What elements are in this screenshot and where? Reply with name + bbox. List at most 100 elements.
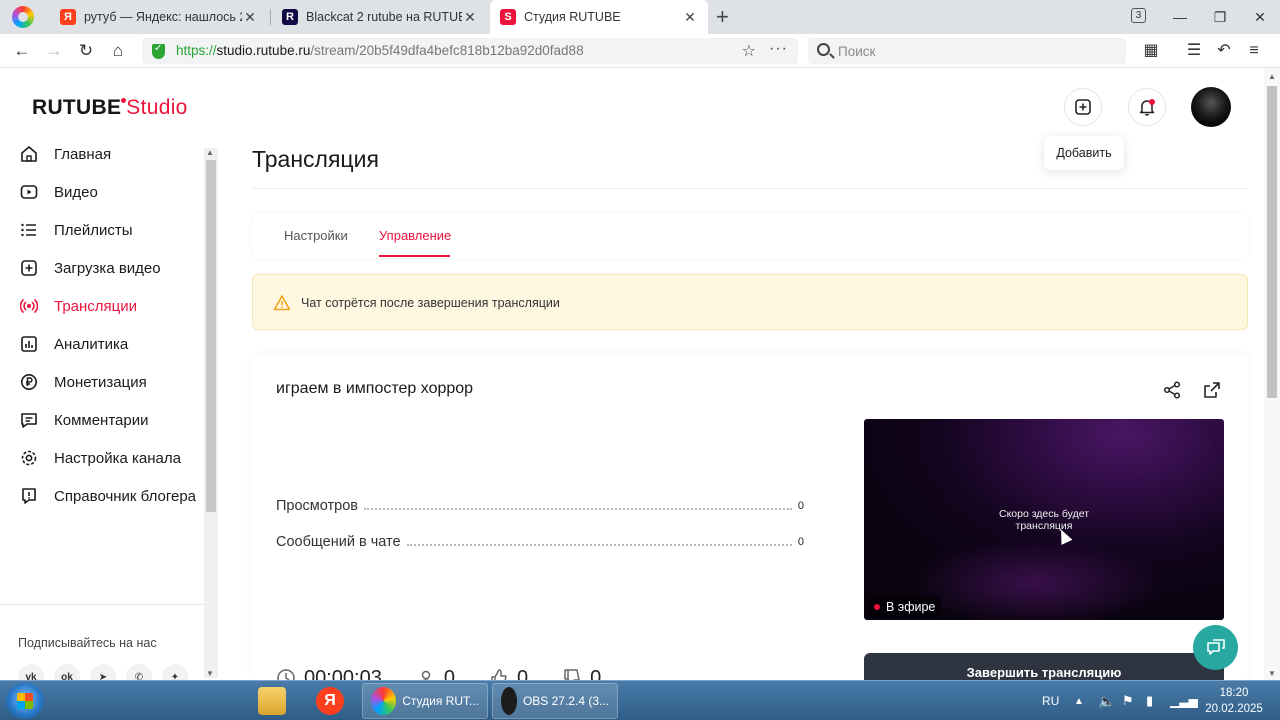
reload-icon[interactable]: ↻: [74, 40, 98, 62]
apps-grid-icon[interactable]: ▦: [1141, 41, 1161, 61]
rutube-favicon-icon: R: [282, 9, 298, 25]
stream-card: играем в импостер хоррор Просмотров 0 Со…: [252, 354, 1248, 693]
tab-title: Blackcat 2 rutube на RUTUBE: [306, 10, 462, 24]
battery-icon[interactable]: ▮: [1146, 681, 1153, 720]
browser-logo-icon[interactable]: [12, 6, 34, 28]
address-bar[interactable]: https://studio.rutube.ru/stream/20b5f49d…: [142, 38, 798, 64]
tab-management[interactable]: Управление: [379, 228, 451, 243]
yandex-taskbar-button[interactable]: Я: [316, 683, 344, 719]
warning-banner: Чат сотрётся после завершения трансляции: [252, 274, 1248, 330]
sidebar-item-broadcasts[interactable]: Трансляции: [20, 294, 137, 318]
tab-title: рутуб — Яндекс: нашлось 2 млн результато…: [84, 10, 242, 24]
ruble-icon: [20, 373, 38, 391]
stat-chat-messages: Сообщений в чате 0: [276, 530, 804, 550]
stat-value: 0: [797, 536, 804, 548]
sidebar-item-label: Главная: [54, 145, 112, 163]
analytics-icon: [20, 335, 38, 353]
volume-icon[interactable]: 🔈: [1098, 681, 1115, 720]
flag-icon[interactable]: ⚑: [1122, 681, 1134, 720]
obs-taskbar-button[interactable]: OBS 27.2.4 (3...: [492, 683, 618, 719]
stat-label: Сообщений в чате: [276, 534, 401, 550]
menu-icon[interactable]: ≡: [1244, 41, 1264, 61]
scroll-down-arrow-icon[interactable]: ▼: [1268, 669, 1276, 678]
start-button[interactable]: [6, 683, 44, 719]
browser-toolbar: ← → ↻ ⌂ https://studio.rutube.ru/stream/…: [0, 34, 1280, 68]
sidebar-item-comments[interactable]: Комментарии: [20, 408, 148, 432]
sidebar-item-video[interactable]: Видео: [20, 180, 98, 204]
search-input[interactable]: [838, 41, 1118, 61]
info-icon: [20, 487, 38, 505]
stat-value: 0: [797, 500, 804, 512]
player-placeholder-text: Скоро здесь будет трансляция: [998, 508, 1090, 532]
open-external-icon[interactable]: [1202, 380, 1222, 400]
sidebar-item-home[interactable]: Главная: [20, 142, 111, 166]
sidebar-item-label: Загрузка видео: [54, 259, 161, 277]
sidebar-item-playlists[interactable]: Плейлисты: [20, 218, 133, 242]
scroll-up-arrow-icon[interactable]: ▲: [206, 148, 214, 157]
sidebar-item-channel-settings[interactable]: Настройка канала: [20, 446, 181, 470]
browser-search-box[interactable]: [808, 38, 1126, 64]
sidebar-scroll-thumb[interactable]: [206, 160, 216, 512]
sidebar-item-monetization[interactable]: Монетизация: [20, 370, 147, 394]
active-tab-underline: [379, 255, 450, 257]
sidebar-item-label: Видео: [54, 183, 98, 201]
support-chat-button[interactable]: [1193, 625, 1238, 670]
forward-arrow-icon[interactable]: →: [42, 40, 66, 62]
url-text[interactable]: https://studio.rutube.ru/stream/20b5f49d…: [176, 43, 584, 58]
playlist-icon: [20, 221, 38, 239]
close-tab-icon[interactable]: ✕: [242, 9, 258, 26]
page-scrollbar[interactable]: ▲ ▼: [1264, 68, 1280, 680]
clock-time: 18:20: [1219, 687, 1249, 699]
main-content: Трансляция Настройки Управление Чат сотр…: [252, 68, 1248, 693]
clock-date: 20.02.2025: [1205, 703, 1263, 715]
upload-icon: [20, 259, 38, 277]
back-arrow-icon[interactable]: ←: [10, 40, 34, 62]
new-tab-icon[interactable]: +: [716, 4, 729, 30]
page-title: Трансляция: [252, 146, 379, 172]
language-indicator[interactable]: RU: [1042, 681, 1059, 720]
network-icon[interactable]: ▁▃▅: [1170, 681, 1198, 720]
favorites-icon[interactable]: ☰: [1184, 41, 1204, 61]
stat-views: Просмотров 0: [276, 494, 804, 514]
comment-icon: [20, 411, 38, 429]
close-tab-icon[interactable]: ✕: [682, 9, 698, 26]
tab-separator: [270, 9, 271, 25]
tray-expand-icon[interactable]: ▲: [1074, 681, 1084, 720]
more-dots-icon[interactable]: ···: [769, 40, 788, 58]
minimize-icon[interactable]: —: [1160, 9, 1200, 25]
sidebar-item-analytics[interactable]: Аналитика: [20, 332, 128, 356]
scroll-up-arrow-icon[interactable]: ▲: [1268, 72, 1276, 81]
explorer-taskbar-button[interactable]: [258, 683, 286, 719]
page-scroll-thumb[interactable]: [1267, 86, 1277, 398]
home-page-icon[interactable]: ⌂: [106, 40, 130, 62]
sidebar-divider: [0, 604, 204, 605]
sidebar-scrollbar[interactable]: ▲ ▼: [204, 148, 218, 678]
os-taskbar: Я Студия RUT... OBS 27.2.4 (3... RU ▲ 🔈 …: [0, 680, 1280, 720]
bookmark-star-icon[interactable]: ☆: [742, 41, 756, 61]
sidebar-item-upload[interactable]: Загрузка видео: [20, 256, 161, 280]
share-icon[interactable]: [1162, 380, 1182, 400]
sidebar-item-label: Аналитика: [54, 335, 129, 353]
close-tab-icon[interactable]: ✕: [462, 9, 478, 26]
restore-icon[interactable]: ❐: [1200, 9, 1240, 26]
system-clock[interactable]: 18:20 20.02.2025: [1196, 685, 1272, 717]
tab-count-badge[interactable]: 3: [1131, 8, 1146, 23]
scroll-down-arrow-icon[interactable]: ▼: [206, 669, 214, 678]
stat-label: Просмотров: [276, 498, 358, 514]
close-window-icon[interactable]: ✕: [1240, 9, 1280, 26]
window-controls: — ❐ ✕: [1160, 0, 1280, 34]
tab-settings[interactable]: Настройки: [284, 228, 348, 243]
stream-preview-player[interactable]: Скоро здесь будет трансляция В эфире: [864, 419, 1224, 620]
studio-taskbar-button[interactable]: Студия RUT...: [362, 683, 488, 719]
sidebar: Главная Видео Плейлисты Загрузка видео Т…: [0, 140, 220, 690]
home-icon: [20, 145, 38, 163]
undo-icon[interactable]: ↶: [1214, 41, 1234, 61]
secure-shield-icon[interactable]: [152, 43, 165, 59]
sidebar-item-blogger-guide[interactable]: Справочник блогера: [20, 484, 196, 508]
yandex-favicon-icon: Я: [60, 9, 76, 25]
browser-tab-blackcat[interactable]: R Blackcat 2 rutube на RUTUBE ✕: [272, 0, 488, 34]
browser-tab-yandex[interactable]: Я рутуб — Яндекс: нашлось 2 млн результа…: [50, 0, 268, 34]
studio-favicon-icon: S: [500, 9, 516, 25]
rutube-studio-logo[interactable]: RUTUBE Studio: [32, 96, 188, 120]
browser-tab-studio[interactable]: S Студия RUTUBE ✕: [490, 0, 708, 34]
